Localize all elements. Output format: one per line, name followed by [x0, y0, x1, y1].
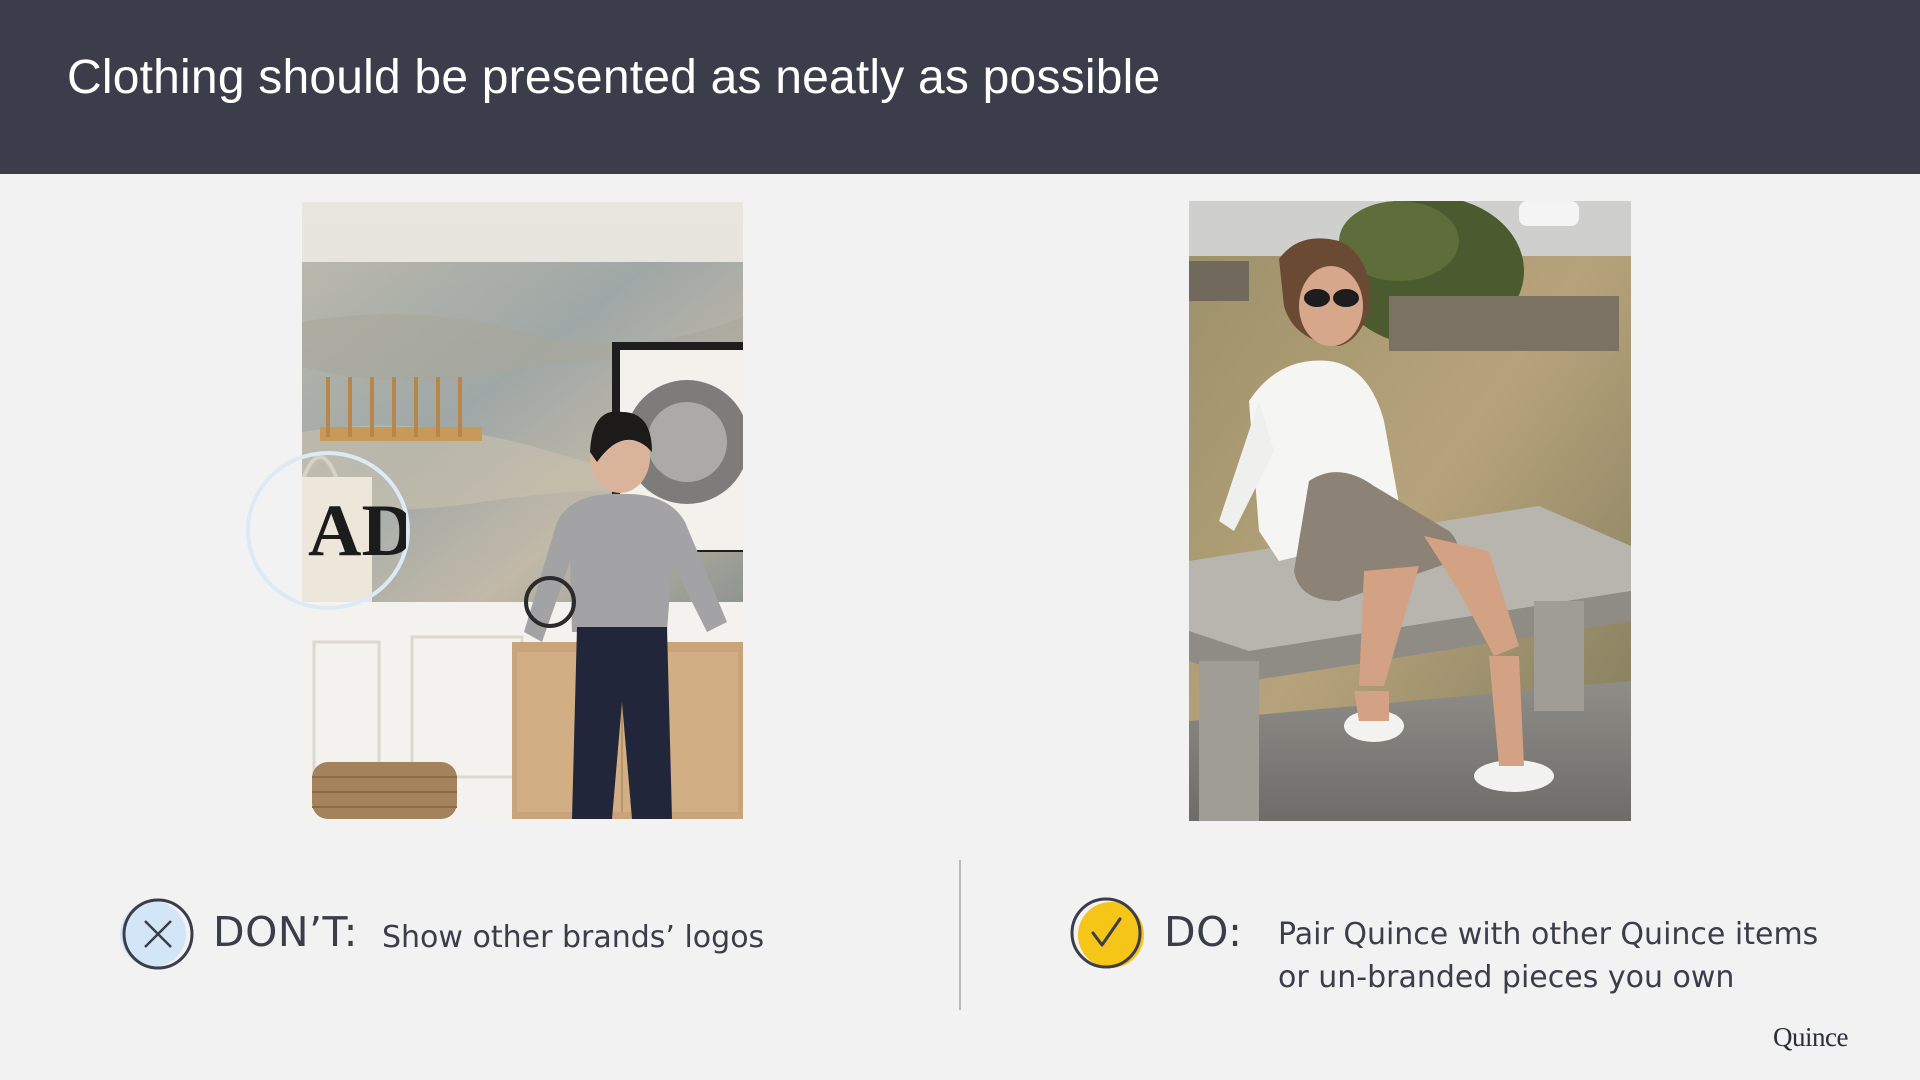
x-circle-icon: [116, 894, 196, 974]
do-label: DO:: [1164, 908, 1243, 956]
page-title: Clothing should be presented as neatly a…: [67, 51, 1161, 104]
bag-logo-text: AD: [308, 490, 406, 572]
header-bar: Clothing should be presented as neatly a…: [0, 0, 1920, 174]
logo-highlight-circle: AD: [246, 451, 410, 610]
do-description-line: or un-branded pieces you own: [1278, 960, 1735, 995]
divider: [959, 860, 961, 1010]
dont-label: DON’T:: [213, 908, 358, 956]
do-description: Pair Quince with other Quince items or u…: [1278, 913, 1818, 999]
brand-logo: Quince: [1773, 1022, 1848, 1052]
check-circle-icon: [1068, 893, 1148, 973]
do-description-line: Pair Quince with other Quince items: [1278, 917, 1819, 952]
do-example-photo: [1189, 201, 1631, 821]
slide: Clothing should be presented as neatly a…: [0, 0, 1920, 1080]
dont-description: Show other brands’ logos: [382, 920, 765, 955]
